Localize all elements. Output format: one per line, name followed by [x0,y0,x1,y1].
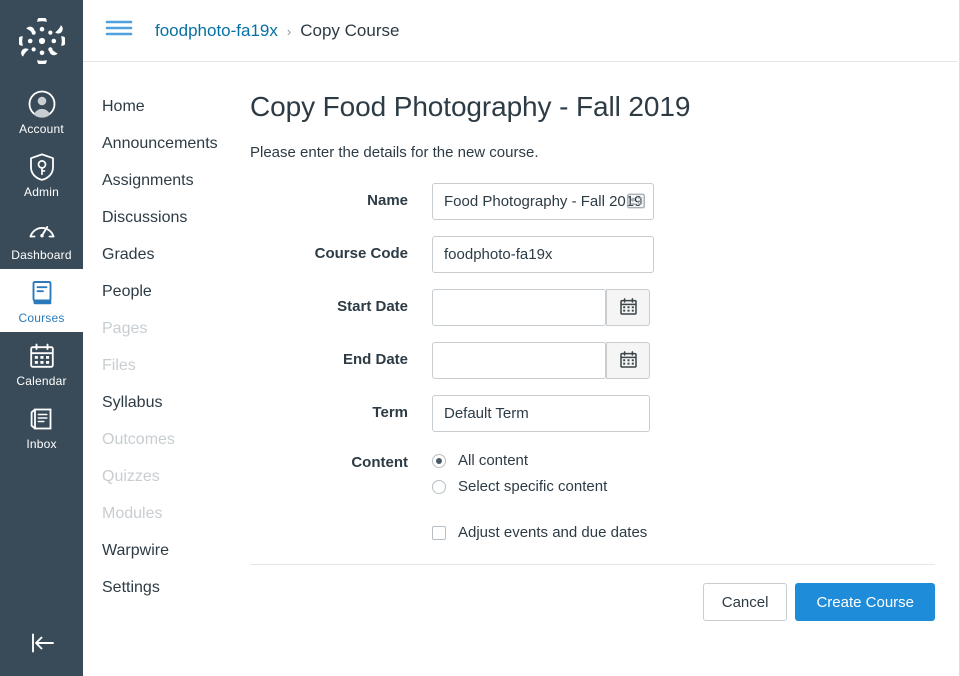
radio-select-specific-content[interactable] [432,479,446,494]
breadcrumb-separator: › [286,23,292,39]
course-nav-item-files[interactable]: Files [102,347,250,384]
term-field-wrap [432,395,935,432]
body-row: Home Announcements Assignments Discussio… [83,62,959,621]
course-code-label: Course Code [314,245,408,262]
create-course-button[interactable]: Create Course [795,583,935,621]
page-header: foodphoto-fa19x › Copy Course [83,0,957,62]
footer-actions: Cancel Create Course [250,565,935,621]
form-row-end-date: End Date [250,342,935,379]
start-date-input[interactable] [432,289,606,326]
course-nav-item-outcomes[interactable]: Outcomes [102,421,250,458]
radio-row-all-content[interactable]: All content [432,452,935,469]
inbox-icon [27,404,57,434]
content-panel: Copy Food Photography - Fall 2019 Please… [250,62,959,621]
global-nav-item-inbox[interactable]: Inbox [0,395,83,458]
course-nav-item-syllabus[interactable]: Syllabus [102,384,250,421]
global-nav-item-courses[interactable]: Courses [0,269,83,332]
global-nav-item-account[interactable]: Account [0,80,83,143]
start-date-label: Start Date [337,298,408,315]
collapse-global-nav-button[interactable] [0,631,83,660]
cancel-button[interactable]: Cancel [702,583,788,621]
course-nav-item-people[interactable]: People [102,273,250,310]
end-date-group [432,342,935,379]
global-nav-label: Courses [18,311,65,325]
course-navigation: Home Announcements Assignments Discussio… [83,62,250,621]
checkbox-row-adjust-dates[interactable]: Adjust events and due dates [432,524,935,541]
start-date-group [432,289,935,326]
name-label: Name [367,192,408,209]
global-nav-label: Inbox [26,437,57,451]
breadcrumb: foodphoto-fa19x › Copy Course [155,21,399,41]
end-date-field-wrap [432,342,935,379]
start-date-calendar-button[interactable] [606,289,650,326]
page-subtitle: Please enter the details for the new cou… [250,144,539,161]
breadcrumb-current: Copy Course [300,20,400,40]
course-nav-item-settings[interactable]: Settings [102,569,250,606]
form-row-start-date: Start Date [250,289,935,326]
course-nav-item-assignments[interactable]: Assignments [102,162,250,199]
start-date-field-wrap [432,289,935,326]
canvas-logo-icon [16,16,67,66]
end-date-calendar-button[interactable] [606,342,650,379]
collapse-left-arrow-icon [25,631,59,660]
global-nav-label: Dashboard [11,248,72,262]
name-field-wrap [432,183,935,220]
course-nav-item-discussions[interactable]: Discussions [102,199,250,236]
copy-course-form: Name Food Photography - Fall 2019 Course… [250,183,935,621]
global-nav-label: Account [19,122,64,136]
radio-all-content[interactable] [432,453,446,468]
admin-shield-icon [27,152,57,182]
form-row-content: Content All content Select specific cont… [250,452,935,541]
calendar-icon [27,341,57,371]
course-nav-item-announcements[interactable]: Announcements [102,125,250,162]
checkbox-adjust-dates-label[interactable]: Adjust events and due dates [458,524,647,541]
global-nav-item-admin[interactable]: Admin [0,143,83,206]
main-content-wrapper: foodphoto-fa19x › Copy Course Home Annou… [83,0,960,676]
content-label: Content [351,454,408,471]
course-code-input[interactable] [432,236,654,273]
radio-select-specific-content-label[interactable]: Select specific content [458,478,607,495]
form-row-name: Name [250,183,935,220]
account-icon [27,89,57,119]
form-row-course-code: Course Code [250,236,935,273]
content-options-wrap: All content Select specific content Adju… [432,452,935,541]
course-nav-item-pages[interactable]: Pages [102,310,250,347]
end-date-input[interactable] [432,342,606,379]
canvas-copy-course-page: Account Admin Dashboard Courses Calendar… [0,0,960,676]
course-nav-item-warpwire[interactable]: Warpwire [102,532,250,569]
course-nav-item-home[interactable]: Home [102,88,250,125]
calendar-icon [619,350,637,371]
calendar-icon [619,297,637,318]
course-nav-item-quizzes[interactable]: Quizzes [102,458,250,495]
name-input[interactable] [432,183,654,220]
form-row-term: Term [250,395,935,432]
course-nav-item-modules[interactable]: Modules [102,495,250,532]
page-title: Copy Food Photography - Fall 2019 [250,91,691,122]
radio-row-select-specific-content[interactable]: Select specific content [432,478,935,495]
hamburger-menu-icon[interactable] [105,18,133,43]
radio-all-content-label[interactable]: All content [458,452,528,469]
canvas-logo[interactable] [16,16,67,66]
term-label: Term [372,404,408,421]
global-nav-item-calendar[interactable]: Calendar [0,332,83,395]
breadcrumb-course-link[interactable]: foodphoto-fa19x [155,21,278,41]
course-nav-item-grades[interactable]: Grades [102,236,250,273]
course-code-field-wrap [432,236,935,273]
end-date-label: End Date [342,351,408,368]
checkbox-adjust-events-and-due-dates[interactable] [432,525,446,540]
courses-book-icon [27,278,57,308]
term-input[interactable] [432,395,650,432]
global-navigation: Account Admin Dashboard Courses Calendar… [0,0,83,676]
dashboard-icon [27,215,57,245]
global-nav-label: Admin [23,185,59,199]
global-nav-label: Calendar [16,374,67,388]
name-input-wrap [432,183,654,220]
global-nav-item-dashboard[interactable]: Dashboard [0,206,83,269]
